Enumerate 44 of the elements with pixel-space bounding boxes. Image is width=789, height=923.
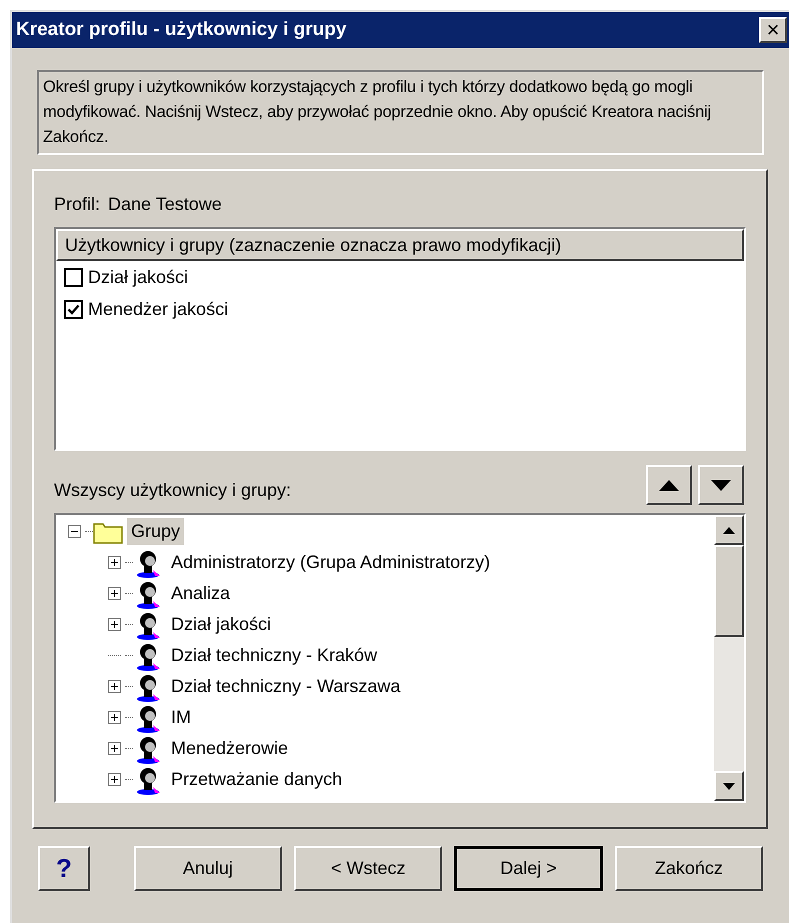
tree-item[interactable]: Menedżerowie	[167, 735, 292, 762]
checkbox[interactable]	[64, 300, 83, 318]
expand-icon[interactable]	[108, 587, 120, 600]
column-header[interactable]: Użytkownicy i grupy (zaznaczenie oznacza prawo modyfikacji)	[56, 229, 744, 261]
scroll-up-button[interactable]	[714, 515, 744, 545]
checkbox[interactable]	[64, 268, 83, 286]
tree-item[interactable]: Grupy	[127, 518, 184, 545]
dialog-button[interactable]: Anuluj	[134, 846, 282, 891]
description-text: Określ grupy i użytkowników korzystających z profilu i tych którzy dodatkowo będą go mogli modyfikować. Naciśnij Wstecz, aby przywołać poprzednie okno. Aby opuścić Kreatora naciśnij Zakończ.	[37, 70, 764, 155]
dialog-button[interactable]: Dalej >	[454, 846, 603, 891]
up-triangle-icon	[659, 480, 679, 490]
up-triangle-icon	[723, 526, 735, 534]
check-icon	[67, 302, 80, 316]
tree-item[interactable]: Dział jakości	[167, 611, 276, 638]
dialog-button[interactable]: < Wstecz	[294, 846, 442, 891]
help-button[interactable]: ?	[38, 846, 90, 891]
expand-icon[interactable]	[108, 680, 120, 693]
collapse-icon[interactable]	[68, 525, 80, 538]
window-title: Kreator profilu - użytkownicy i grupy	[16, 18, 346, 42]
profile-name: Dane Testowe	[108, 193, 222, 216]
profile-label: Profil:	[54, 193, 100, 216]
scroll-down-button[interactable]	[714, 771, 744, 801]
tree-item[interactable]: IM	[167, 704, 195, 731]
tree-item[interactable]: Administratorzy (Grupa Administratorzy)	[167, 549, 494, 576]
expand-icon[interactable]	[108, 742, 120, 755]
dialog-button[interactable]: Zakończ	[614, 846, 764, 891]
close-button[interactable]: ×	[759, 17, 787, 43]
down-triangle-icon	[711, 480, 731, 490]
all-users-label: Wszyscy użytkownicy i grupy:	[54, 479, 292, 502]
scroll-thumb[interactable]	[714, 545, 744, 637]
move-down-button[interactable]	[698, 465, 744, 505]
tree-item[interactable]: Analiza	[167, 580, 234, 607]
scrollbar[interactable]	[714, 515, 744, 801]
expand-icon[interactable]	[108, 773, 120, 786]
tree-item[interactable]: Dział techniczny - Warszawa	[167, 673, 404, 700]
down-triangle-icon	[723, 782, 735, 790]
expand-icon[interactable]	[108, 711, 120, 724]
expand-icon[interactable]	[108, 556, 120, 569]
move-up-button[interactable]	[646, 465, 692, 505]
list-item: Menedżer jakości	[88, 298, 228, 321]
tree-item[interactable]: Dział techniczny - Kraków	[167, 642, 382, 669]
list-item: Dział jakości	[88, 266, 188, 289]
expand-icon[interactable]	[108, 618, 120, 631]
tree-item[interactable]: Przetważanie danych	[167, 766, 346, 793]
